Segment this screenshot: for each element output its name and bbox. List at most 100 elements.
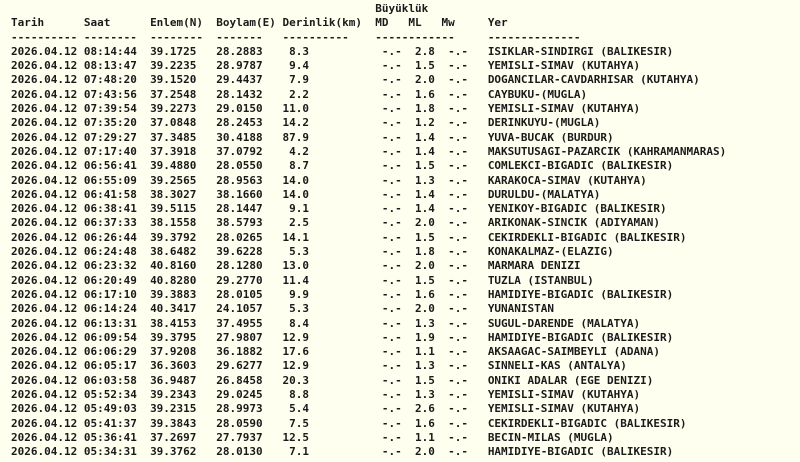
cell-mw: -.- — [448, 273, 468, 287]
cell-depth: 7.1 — [289, 445, 309, 459]
cell-latitude: 37.3485 — [150, 130, 197, 144]
cell-depth: 12.9 — [282, 359, 310, 373]
cell-place: HAMIDIYE-BIGADIC (BALIKESIR) — [487, 330, 674, 344]
cell-depth: 12.5 — [282, 430, 310, 444]
cell-mw: -.- — [448, 230, 468, 244]
cell-place: TUZLA (ISTANBUL) — [487, 273, 594, 287]
cell-depth: 5.3 — [289, 245, 309, 259]
cell-date: 2026.04.12 — [11, 202, 78, 216]
cell-latitude: 37.2548 — [150, 87, 197, 101]
earthquake-row: 2026.04.12 05:52:34 39.2343 29.0245 8.8 … — [11, 388, 800, 402]
cell-depth: 8.4 — [289, 316, 309, 330]
cell-latitude: 39.2235 — [150, 59, 197, 73]
column-header-mw: Mw — [441, 16, 455, 30]
cell-md: -.- — [381, 316, 402, 330]
cell-date: 2026.04.12 — [11, 116, 78, 130]
cell-depth: 14.0 — [282, 187, 310, 201]
cell-md: -.- — [381, 359, 402, 373]
cell-mw: -.- — [448, 359, 468, 373]
earthquake-row: 2026.04.12 06:20:49 40.8280 29.2770 11.4… — [11, 274, 800, 288]
column-header-date: Tarih — [11, 16, 45, 30]
cell-latitude: 38.3027 — [150, 187, 197, 201]
cell-date: 2026.04.12 — [11, 44, 78, 58]
cell-md: -.- — [381, 330, 402, 344]
cell-date: 2026.04.12 — [11, 87, 78, 101]
cell-date: 2026.04.12 — [11, 273, 78, 287]
cell-md: -.- — [381, 402, 402, 416]
cell-mw: -.- — [448, 259, 468, 273]
cell-md: -.- — [381, 187, 402, 201]
cell-depth: 14.1 — [282, 230, 310, 244]
cell-md: -.- — [381, 416, 402, 430]
cell-depth: 9.4 — [289, 59, 309, 73]
column-header-latitude: Enlem(N) — [150, 16, 204, 30]
earthquake-row: 2026.04.12 08:13:47 39.2235 28.9787 9.4 … — [11, 59, 800, 73]
cell-mw: -.- — [448, 430, 468, 444]
cell-date: 2026.04.12 — [11, 173, 78, 187]
cell-date: 2026.04.12 — [11, 102, 78, 116]
earthquake-row: 2026.04.12 06:26:44 39.3792 28.0265 14.1… — [11, 231, 800, 245]
cell-time: 07:39:54 — [83, 102, 137, 116]
cell-date: 2026.04.12 — [11, 245, 78, 259]
cell-date: 2026.04.12 — [11, 302, 78, 316]
cell-latitude: 38.1558 — [150, 216, 197, 230]
cell-ml: 2.6 — [414, 402, 435, 416]
cell-latitude: 36.9487 — [150, 373, 197, 387]
cell-depth: 12.9 — [282, 330, 310, 344]
cell-mw: -.- — [448, 187, 468, 201]
cell-time: 07:29:27 — [83, 130, 137, 144]
column-header-time: Saat — [83, 16, 111, 30]
magnitude-group-header: Büyüklük — [375, 2, 429, 15]
cell-md: -.- — [381, 216, 402, 230]
separator-date: ---------- — [11, 30, 78, 44]
cell-mw: -.- — [448, 388, 468, 402]
cell-mw: -.- — [448, 287, 468, 301]
cell-md: -.- — [381, 116, 402, 130]
cell-time: 06:05:17 — [83, 359, 137, 373]
cell-time: 07:35:20 — [83, 116, 137, 130]
cell-place: YEMISLI-SIMAV (KUTAHYA) — [487, 402, 641, 416]
cell-md: -.- — [381, 44, 402, 58]
cell-mw: -.- — [448, 330, 468, 344]
cell-ml: 1.6 — [414, 87, 435, 101]
earthquake-row: 2026.04.12 07:35:20 37.0848 28.2453 14.2… — [11, 116, 800, 130]
separator-place: -------------- — [487, 30, 581, 44]
cell-ml: 1.6 — [414, 416, 435, 430]
earthquake-row: 2026.04.12 05:36:41 37.2697 27.7937 12.5… — [11, 431, 800, 445]
cell-date: 2026.04.12 — [11, 144, 78, 158]
cell-place: YUVA-BUCAK (BURDUR) — [487, 130, 614, 144]
cell-place: SUGUL-DARENDE (MALATYA) — [487, 316, 641, 330]
cell-ml: 1.3 — [414, 359, 435, 373]
separator-latitude: -------- — [150, 30, 204, 44]
earthquake-row: 2026.04.12 06:09:54 39.3795 27.9807 12.9… — [11, 331, 800, 345]
cell-ml: 1.1 — [414, 430, 435, 444]
separator-depth: ---------- — [282, 30, 349, 44]
cell-mw: -.- — [448, 373, 468, 387]
cell-time: 06:13:31 — [83, 316, 137, 330]
cell-mw: -.- — [448, 173, 468, 187]
cell-place: DURULDU-(MALATYA) — [487, 187, 601, 201]
cell-mw: -.- — [448, 316, 468, 330]
cell-ml: 1.8 — [414, 102, 435, 116]
cell-ml: 1.5 — [414, 59, 435, 73]
cell-latitude: 40.3417 — [150, 302, 197, 316]
cell-latitude: 39.5115 — [150, 202, 197, 216]
cell-ml: 1.9 — [414, 330, 435, 344]
cell-md: -.- — [381, 273, 402, 287]
cell-md: -.- — [381, 102, 402, 116]
cell-place: ONIKI ADALAR (EGE DENIZI) — [487, 373, 654, 387]
cell-latitude: 37.2697 — [150, 430, 197, 444]
cell-time: 05:41:37 — [83, 416, 137, 430]
cell-place: CAYBUKU-(MUGLA) — [487, 87, 588, 101]
cell-date: 2026.04.12 — [11, 259, 78, 273]
cell-place: HAMIDIYE-BIGADIC (BALIKESIR) — [487, 287, 674, 301]
cell-md: -.- — [381, 388, 402, 402]
earthquake-row: 2026.04.12 06:13:31 38.4153 37.4955 8.4 … — [11, 317, 800, 331]
cell-depth: 20.3 — [282, 373, 310, 387]
column-header-ml: ML — [408, 16, 422, 30]
cell-ml: 2.0 — [414, 259, 435, 273]
cell-ml: 1.3 — [414, 388, 435, 402]
cell-depth: 8.3 — [289, 44, 309, 58]
column-header-longitude: Boylam(E) — [216, 16, 276, 30]
cell-md: -.- — [381, 259, 402, 273]
